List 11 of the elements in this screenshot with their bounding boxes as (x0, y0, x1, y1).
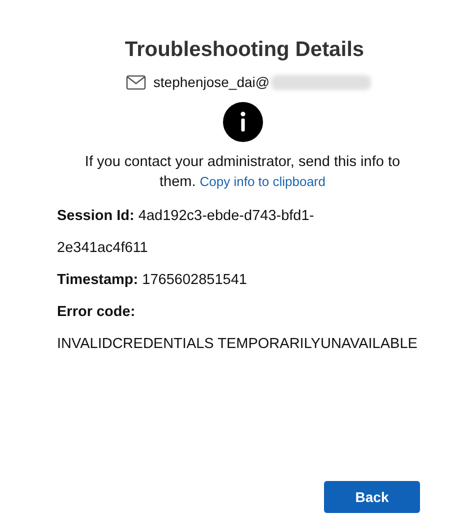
detail-text: Timestamp: 1765602851541 (57, 271, 247, 290)
info-icon (222, 102, 262, 142)
back-button[interactable]: Back (324, 481, 420, 513)
info-message: If you contact your administrator, send this info to them. Copy info to clipboard (84, 153, 402, 192)
detail-text: Session Id: 4ad192c3-ebde-d743-bfd1-2e341ac4f611 (57, 207, 316, 258)
envelope-icon (126, 74, 146, 90)
detail-text: Error code: (57, 303, 136, 322)
detail-text: INVALIDCREDENTIALS TEMPORARILYUNAVAILABLE (57, 335, 418, 354)
copy-link[interactable]: Copy info to clipboard (200, 174, 326, 189)
account-email: stephenjose_dai@ (153, 74, 270, 90)
dialog-title: Troubleshooting Details (124, 38, 366, 62)
